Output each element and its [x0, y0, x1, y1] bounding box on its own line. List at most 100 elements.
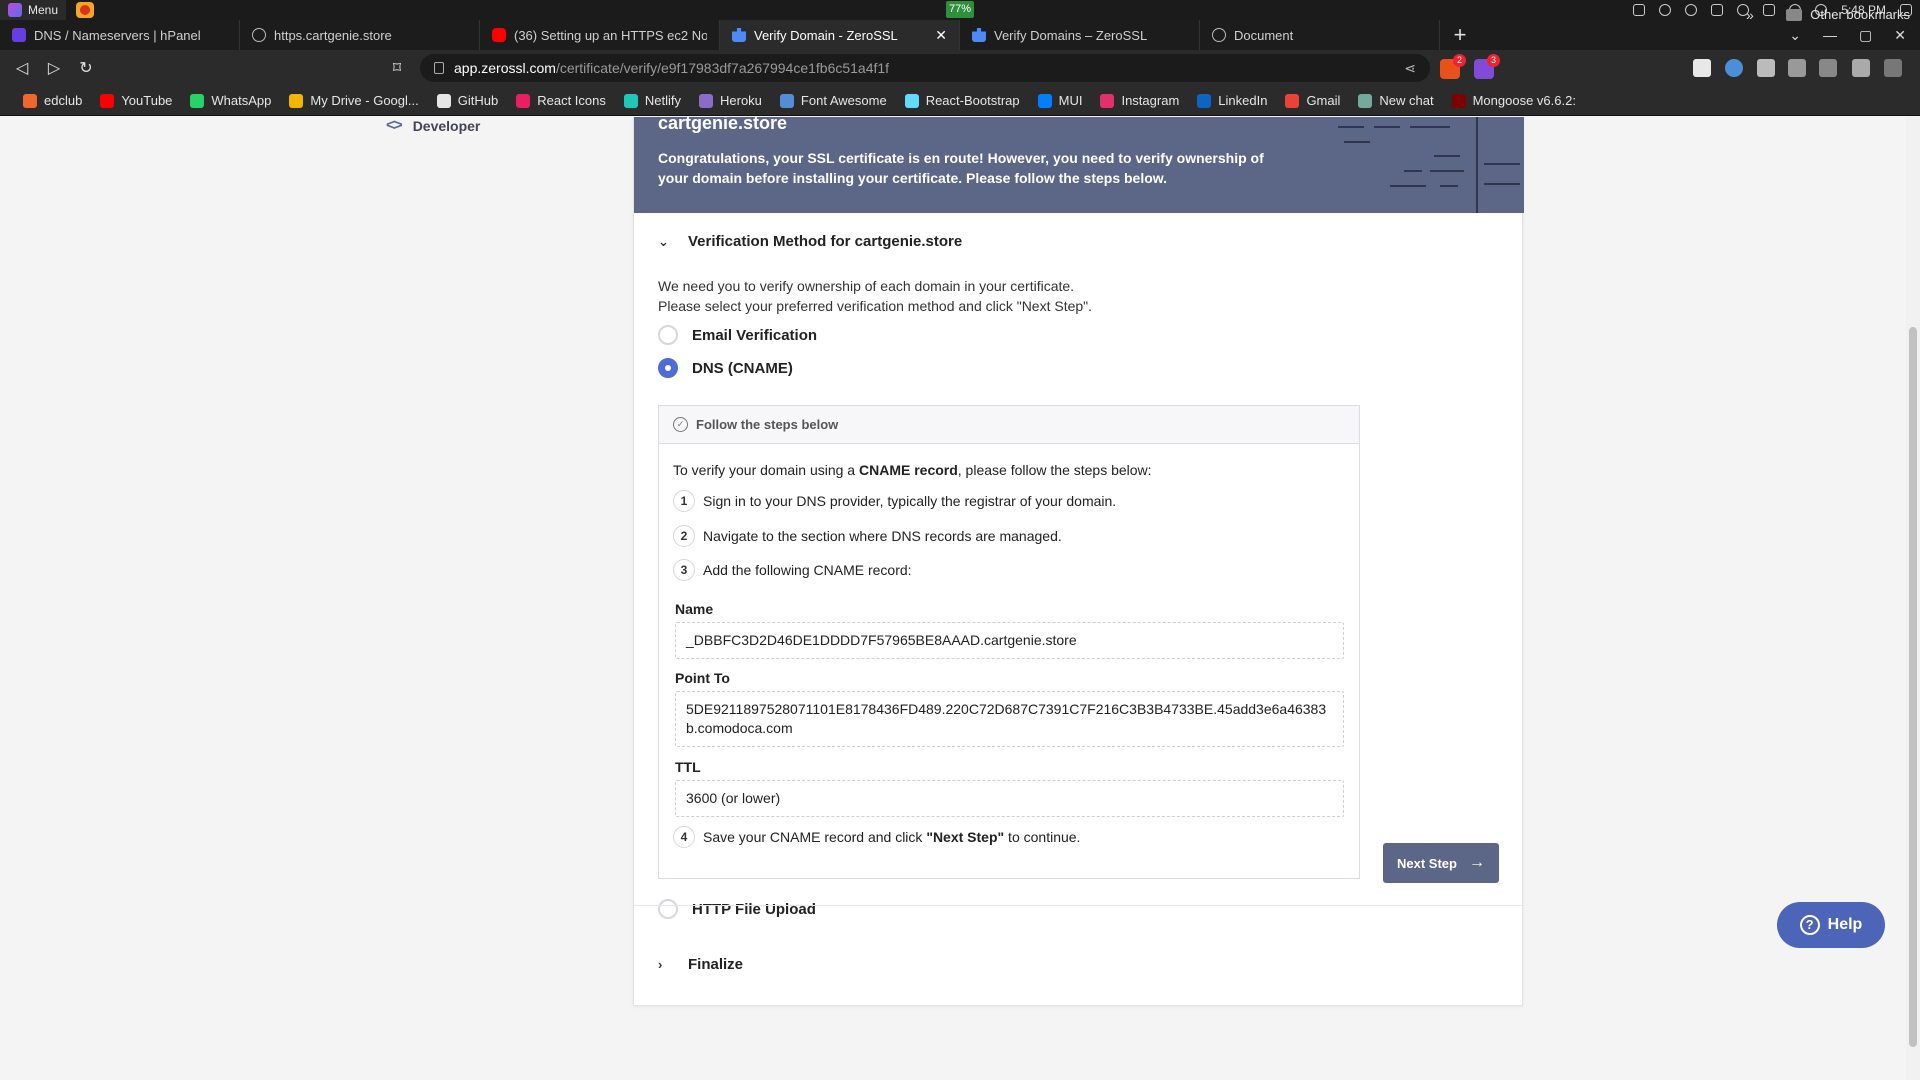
tab-label: DNS / Nameservers | hPanel: [34, 27, 201, 43]
finalize-header[interactable]: › Finalize: [658, 956, 743, 973]
bookmark-label: edclub: [44, 93, 83, 108]
bookmark-icon: [904, 93, 919, 108]
page-viewport: <> Developer cartgenie.store Congratulat…: [0, 117, 1920, 1080]
steps-box-title: Follow the steps below: [696, 417, 839, 432]
email-option-label: Email Verification: [692, 326, 818, 344]
globe-icon: [1212, 28, 1226, 42]
chevron-right-icon: ›: [658, 957, 663, 972]
cname-point-to-field[interactable]: 5DE9211897528071101E8178436FD489.220C72D…: [675, 691, 1344, 747]
next-step-button[interactable]: Next Step →: [1383, 843, 1499, 883]
brave-shields-icon[interactable]: 2: [1440, 54, 1466, 79]
playlist-icon[interactable]: [1788, 59, 1806, 77]
tab-label: Verify Domain - ZeroSSL: [754, 27, 898, 43]
verification-method-title: Verification Method for cartgenie.store: [688, 233, 963, 250]
option-dns-cname[interactable]: DNS (CNAME): [658, 358, 793, 378]
reload-icon[interactable]: ↻: [70, 52, 102, 84]
bookmark-icon: [1358, 93, 1373, 108]
page-scrollbar[interactable]: [1906, 117, 1920, 1080]
os-menu-button[interactable]: Menu: [0, 0, 67, 20]
star-icon[interactable]: [1763, 4, 1776, 16]
brave-taskbar-icon[interactable]: [76, 2, 95, 18]
tab-label: Verify Domains – ZeroSSL: [994, 27, 1148, 43]
bookmark-icon: [100, 93, 115, 108]
cname-ttl-field[interactable]: 3600 (or lower): [675, 780, 1344, 817]
steps-intro-before: To verify your domain using a: [673, 462, 859, 478]
browser-menu-icon[interactable]: [1884, 59, 1902, 77]
help-label: Help: [1827, 916, 1863, 933]
tab-youtube[interactable]: (36) Setting up an HTTPS ec2 Node: [480, 20, 720, 50]
sidebar-icon[interactable]: [1819, 59, 1837, 77]
bookmark-item[interactable]: New chat: [1349, 93, 1442, 108]
extension-color-icon[interactable]: [1725, 59, 1743, 77]
tab-document[interactable]: Document: [1200, 20, 1440, 50]
bookmark-icon: [516, 93, 531, 108]
verification-method-header[interactable]: ⌄ Verification Method for cartgenie.stor…: [658, 233, 962, 250]
extension-b-icon[interactable]: [1693, 59, 1711, 77]
option-email-verification[interactable]: Email Verification: [658, 325, 817, 345]
back-icon[interactable]: ◁: [6, 52, 38, 84]
other-bookmarks-folder[interactable]: Other bookmarks: [1786, 7, 1910, 22]
steps-intro: To verify your domain using a CNAME reco…: [673, 462, 1152, 478]
tab-label: Document: [1234, 27, 1294, 43]
bookmark-item[interactable]: Gmail: [1276, 93, 1349, 108]
bookmark-item[interactable]: Mongoose v6.6.2:: [1443, 93, 1585, 108]
bookmark-item[interactable]: GitHub: [428, 93, 507, 108]
code-icon: <>: [386, 117, 403, 134]
http-radio[interactable]: [658, 899, 678, 919]
tab-verify-domain[interactable]: Verify Domain - ZeroSSL ✕: [720, 20, 960, 50]
bookmark-item[interactable]: MUI: [1029, 93, 1092, 108]
dns-steps-box: ✓ Follow the steps below To verify your …: [658, 405, 1360, 879]
arrow-right-icon: →: [1468, 854, 1485, 871]
location-icon[interactable]: [1659, 4, 1672, 16]
address-bar[interactable]: app.zerossl.com/certificate/verify/e9f17…: [420, 54, 1430, 82]
cname-name-field[interactable]: _DBBFC3D2D46DE1DDDD7F57965BE8AAAD.cartge…: [675, 622, 1344, 659]
bluetooth-icon[interactable]: [1685, 4, 1698, 16]
scrollbar-thumb[interactable]: [1909, 327, 1917, 1047]
option-http-file-upload[interactable]: HTTP File Upload: [658, 899, 816, 919]
bookmark-item[interactable]: Netlify: [615, 93, 690, 108]
bookmarks-overflow-button[interactable]: »: [1746, 7, 1754, 23]
bookmark-item[interactable]: Instagram: [1091, 93, 1188, 108]
bookmark-icon: [190, 93, 205, 108]
lock-icon[interactable]: [434, 62, 444, 74]
wallet-icon[interactable]: [1852, 59, 1870, 77]
tab-search-icon[interactable]: ⌄: [1789, 27, 1801, 44]
bookmark-icon: [779, 93, 794, 108]
bookmark-item[interactable]: LinkedIn: [1188, 93, 1276, 108]
email-radio[interactable]: [658, 325, 678, 345]
bookmark-item[interactable]: edclub: [14, 93, 91, 108]
step-3: 3 Add the following CNAME record:: [673, 559, 912, 581]
bookmark-item[interactable]: Font Awesome: [771, 93, 896, 108]
bookmark-item[interactable]: React Icons: [507, 93, 615, 108]
folder-icon: [1786, 8, 1803, 21]
new-tab-button[interactable]: +: [1440, 20, 1480, 50]
bookmark-item[interactable]: My Drive - Googl...: [280, 93, 427, 108]
bookmark-label: React Icons: [537, 93, 606, 108]
bookmark-item[interactable]: YouTube: [91, 93, 181, 108]
url-path: /certificate/verify/e9f17983df7a267994ce…: [555, 60, 890, 76]
developer-link[interactable]: <> Developer: [386, 117, 480, 135]
dns-radio[interactable]: [658, 358, 678, 378]
window-controls: ⌄ — ▢ ✕: [1789, 20, 1920, 50]
clip-icon[interactable]: [1633, 4, 1646, 16]
tab-hpanel[interactable]: DNS / Nameservers | hPanel: [0, 20, 240, 50]
help-button[interactable]: ? Help: [1777, 902, 1885, 948]
bookmark-item[interactable]: WhatsApp: [181, 93, 280, 108]
bookmark-item[interactable]: Heroku: [690, 93, 771, 108]
maximize-icon[interactable]: ▢: [1859, 27, 1872, 44]
extensions-puzzle-icon[interactable]: [1757, 59, 1775, 77]
bookmark-icon: [699, 93, 713, 108]
bookmark-icon[interactable]: ⌑: [381, 52, 413, 84]
forward-icon[interactable]: ▷: [38, 52, 70, 84]
bookmark-icon: [1037, 93, 1052, 108]
tab-verify-domains[interactable]: Verify Domains – ZeroSSL: [960, 20, 1200, 50]
close-tab-icon[interactable]: ✕: [935, 27, 947, 44]
brave-rewards-icon[interactable]: 3: [1474, 54, 1500, 79]
share-icon[interactable]: ⋖: [1404, 60, 1416, 77]
tab-cartgenie[interactable]: https.cartgenie.store: [240, 20, 480, 50]
minimize-icon[interactable]: —: [1823, 27, 1837, 43]
close-window-icon[interactable]: ✕: [1894, 27, 1906, 44]
clipboard-icon[interactable]: [1711, 4, 1724, 16]
step-number: 2: [673, 525, 695, 547]
bookmark-item[interactable]: React-Bootstrap: [896, 93, 1029, 108]
